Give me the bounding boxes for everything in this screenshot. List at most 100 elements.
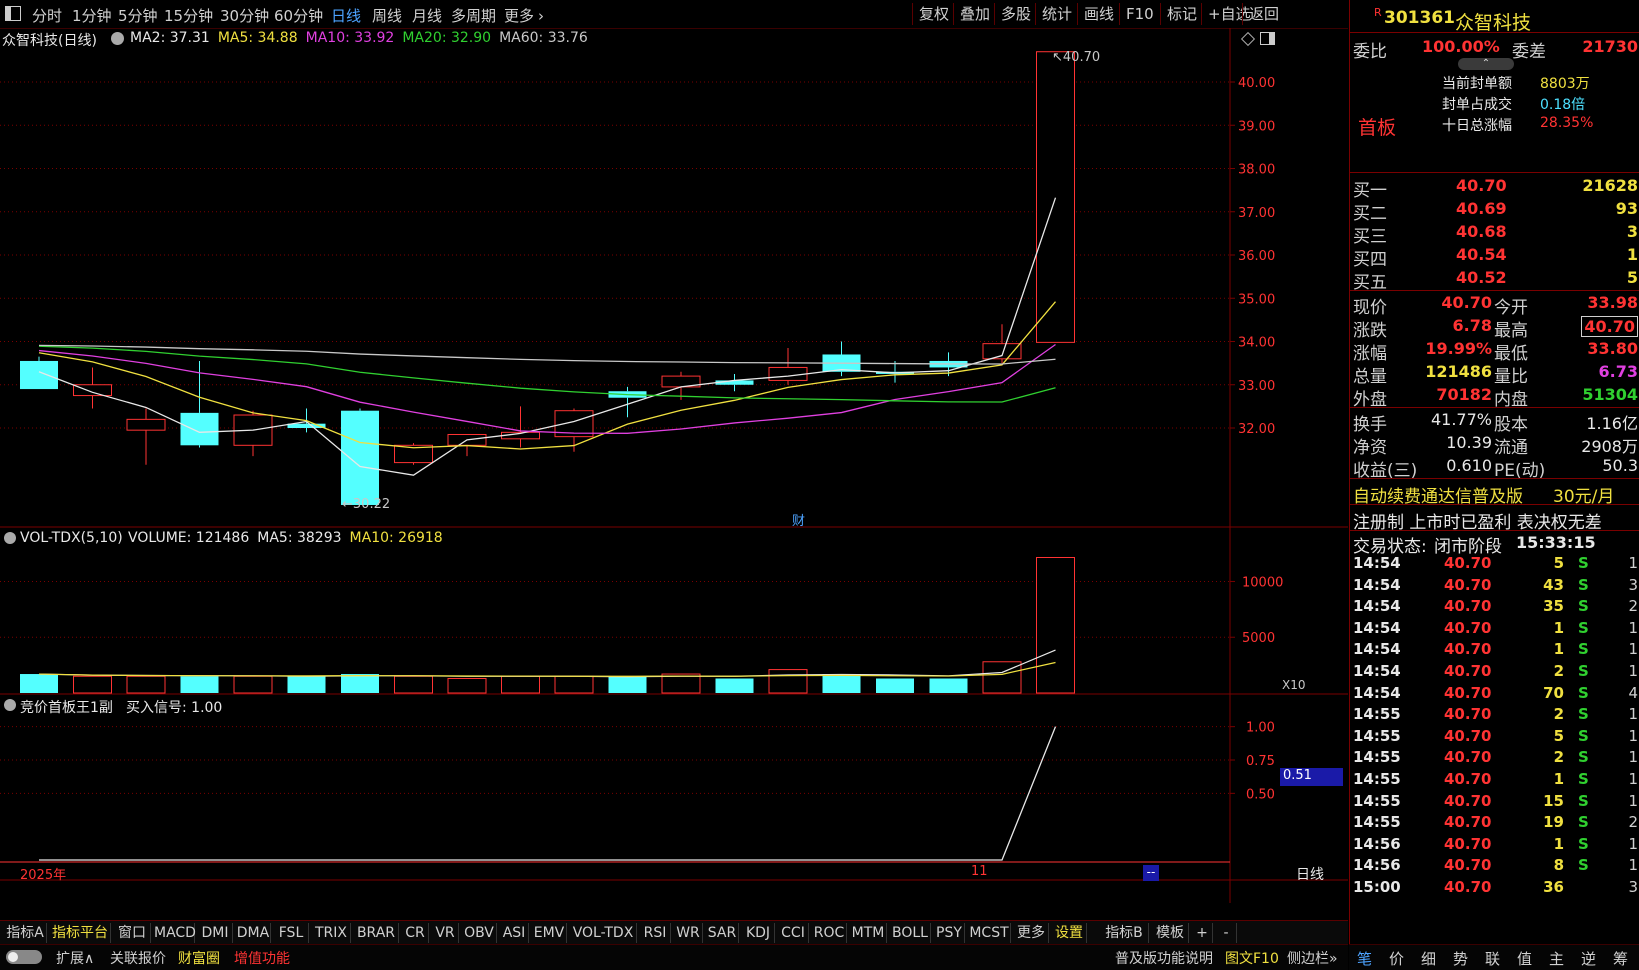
indicator-tab-10[interactable]: VR bbox=[432, 923, 459, 943]
volume-bar[interactable] bbox=[1036, 557, 1075, 694]
candle[interactable] bbox=[341, 408, 379, 505]
candle[interactable] bbox=[233, 410, 273, 457]
tick-row[interactable]: 14:55 40.70 15 S 1 bbox=[1350, 791, 1639, 812]
indicator-tab-30[interactable]: - bbox=[1216, 923, 1237, 943]
chevron-down-icon[interactable] bbox=[111, 32, 124, 45]
indicator-tab-16[interactable]: WR bbox=[674, 923, 703, 943]
indicator-tab-25[interactable]: 更多 bbox=[1014, 923, 1049, 943]
indicator-tab-12[interactable]: ASI bbox=[500, 923, 529, 943]
toggle-switch[interactable] bbox=[6, 950, 42, 964]
bottom-right-item-0[interactable]: 普及版功能说明 bbox=[1115, 948, 1213, 968]
finance-marker[interactable]: 财 bbox=[792, 510, 805, 529]
indicator-tab-24[interactable]: MCST bbox=[968, 923, 1011, 943]
tick-row[interactable]: 14:54 40.70 35 S 2 bbox=[1350, 596, 1639, 617]
tab-timeframe-6[interactable]: 日线 bbox=[331, 5, 361, 26]
tab-timeframe-8[interactable]: 月线 bbox=[412, 5, 442, 26]
volume-bar[interactable] bbox=[126, 675, 166, 694]
volume-bar[interactable] bbox=[822, 674, 861, 693]
tab-timeframe-7[interactable]: 周线 bbox=[372, 5, 402, 26]
indicator-tab-6[interactable]: FSL bbox=[274, 923, 309, 943]
volume-bar[interactable] bbox=[233, 675, 273, 694]
tab-timeframe-10[interactable]: 更多 › bbox=[504, 5, 544, 26]
indicator-tab-22[interactable]: BOLL bbox=[890, 923, 931, 943]
bottom-right-item-2[interactable]: 侧边栏» bbox=[1287, 948, 1338, 968]
indicator-tab-17[interactable]: SAR bbox=[706, 923, 739, 943]
volume-bar[interactable] bbox=[341, 674, 379, 693]
tab-timeframe-5[interactable]: 60分钟 bbox=[274, 5, 323, 26]
tick-row[interactable]: 14:55 40.70 1 S 1 bbox=[1350, 769, 1639, 790]
toolbar-button-0[interactable]: 复权 bbox=[912, 3, 955, 25]
indicator-tab-23[interactable]: PSY bbox=[934, 923, 965, 943]
indicator-tab-7[interactable]: TRIX bbox=[312, 923, 351, 943]
promo-row[interactable]: 自动续费通达信普及版 30元/月 bbox=[1350, 481, 1639, 507]
quote-tab-8[interactable]: 筹 bbox=[1613, 948, 1628, 969]
indicator-tab-0[interactable]: 指标A bbox=[4, 923, 47, 943]
indicator-tab-18[interactable]: KDJ bbox=[742, 923, 775, 943]
chevron-down-icon[interactable] bbox=[4, 699, 16, 711]
toolbar-button-6[interactable]: 标记 bbox=[1160, 3, 1203, 25]
tick-row[interactable]: 14:55 40.70 19 S 2 bbox=[1350, 812, 1639, 833]
toolbar-button-1[interactable]: 叠加 bbox=[953, 3, 996, 25]
tick-row[interactable]: 14:55 40.70 2 S 1 bbox=[1350, 747, 1639, 768]
tick-row[interactable]: 14:55 40.70 5 S 1 bbox=[1350, 726, 1639, 747]
quote-tab-6[interactable]: 主 bbox=[1549, 948, 1564, 969]
volume-bar[interactable] bbox=[768, 669, 808, 694]
indicator-tab-2[interactable]: 窗口 bbox=[114, 923, 151, 943]
tab-timeframe-1[interactable]: 1分钟 bbox=[72, 5, 112, 26]
indicator-tab-29[interactable]: + bbox=[1192, 923, 1213, 943]
quote-tab-1[interactable]: 价 bbox=[1389, 948, 1404, 969]
volume-bar[interactable] bbox=[394, 675, 433, 694]
tick-row[interactable]: 15:00 40.70 36 3 bbox=[1350, 877, 1639, 898]
toolbar-button-3[interactable]: 统计 bbox=[1035, 3, 1078, 25]
bottom-item-1[interactable]: 关联报价 bbox=[110, 948, 166, 968]
candle[interactable] bbox=[1036, 51, 1075, 343]
volume-bar[interactable] bbox=[608, 676, 647, 693]
candle[interactable] bbox=[20, 356, 58, 390]
quote-tab-3[interactable]: 势 bbox=[1453, 948, 1468, 969]
quote-tab-2[interactable]: 细 bbox=[1421, 948, 1436, 969]
indicator-tab-15[interactable]: RSI bbox=[640, 923, 671, 943]
quote-tab-5[interactable]: 值 bbox=[1517, 948, 1532, 969]
tick-row[interactable]: 14:54 40.70 43 S 3 bbox=[1350, 575, 1639, 596]
tick-row[interactable]: 14:54 40.70 1 S 1 bbox=[1350, 639, 1639, 660]
candle[interactable] bbox=[768, 347, 808, 385]
indicator-tab-4[interactable]: DMI bbox=[198, 923, 233, 943]
window-menu-icon[interactable] bbox=[5, 6, 21, 21]
indicator-tab-20[interactable]: ROC bbox=[812, 923, 847, 943]
volume-bar[interactable] bbox=[447, 678, 487, 694]
indicator-tab-27[interactable]: 指标B bbox=[1100, 923, 1149, 943]
chart-canvas[interactable]: 40.00 39.00 38.00 37.00 36.00 35.00 34.00 33.00… bbox=[0, 28, 1348, 903]
indicator-tab-1[interactable]: 指标平台 bbox=[50, 923, 111, 943]
candle[interactable] bbox=[501, 406, 540, 448]
candle[interactable] bbox=[608, 386, 647, 418]
candle[interactable] bbox=[982, 324, 1022, 364]
tick-row[interactable]: 14:54 40.70 5 S 1 bbox=[1350, 553, 1639, 574]
tick-row[interactable]: 14:56 40.70 8 S 1 bbox=[1350, 855, 1639, 876]
bid-row[interactable]: 买四 40.54 1 bbox=[1350, 244, 1639, 270]
collapse-button[interactable]: ⌃ bbox=[1458, 58, 1514, 70]
bottom-item-0[interactable]: 扩展∧ bbox=[56, 948, 94, 968]
volume-bar[interactable] bbox=[73, 675, 112, 694]
tick-row[interactable]: 14:54 40.70 1 S 1 bbox=[1350, 618, 1639, 639]
volume-bar[interactable] bbox=[287, 676, 326, 693]
bid-row[interactable]: 买二 40.69 93 bbox=[1350, 198, 1639, 224]
bottom-right-item-1[interactable]: 图文F10 bbox=[1225, 948, 1279, 968]
volume-bar[interactable] bbox=[554, 675, 594, 694]
tick-row[interactable]: 14:55 40.70 2 S 1 bbox=[1350, 704, 1639, 725]
indicator-tab-14[interactable]: VOL-TDX bbox=[570, 923, 637, 943]
toolbar-button-5[interactable]: F10 bbox=[1119, 3, 1160, 25]
volume-bar[interactable] bbox=[180, 676, 219, 693]
quote-tab-0[interactable]: 笔 bbox=[1357, 948, 1372, 969]
volume-bar[interactable] bbox=[876, 678, 914, 694]
volume-bar[interactable] bbox=[929, 678, 968, 694]
indicator-tab-28[interactable]: 模板 bbox=[1152, 923, 1189, 943]
tab-timeframe-9[interactable]: 多周期 bbox=[451, 5, 496, 26]
bid-row[interactable]: 买三 40.68 3 bbox=[1350, 221, 1639, 247]
period-label[interactable]: 日线 bbox=[1296, 864, 1324, 884]
indicator-tab-19[interactable]: CCI bbox=[778, 923, 809, 943]
candle[interactable] bbox=[126, 408, 166, 465]
volume-bar[interactable] bbox=[715, 678, 754, 694]
indicator-tab-8[interactable]: BRAR bbox=[354, 923, 399, 943]
quote-tab-7[interactable]: 逆 bbox=[1581, 948, 1596, 969]
indicator-tab-21[interactable]: MTM bbox=[850, 923, 887, 943]
